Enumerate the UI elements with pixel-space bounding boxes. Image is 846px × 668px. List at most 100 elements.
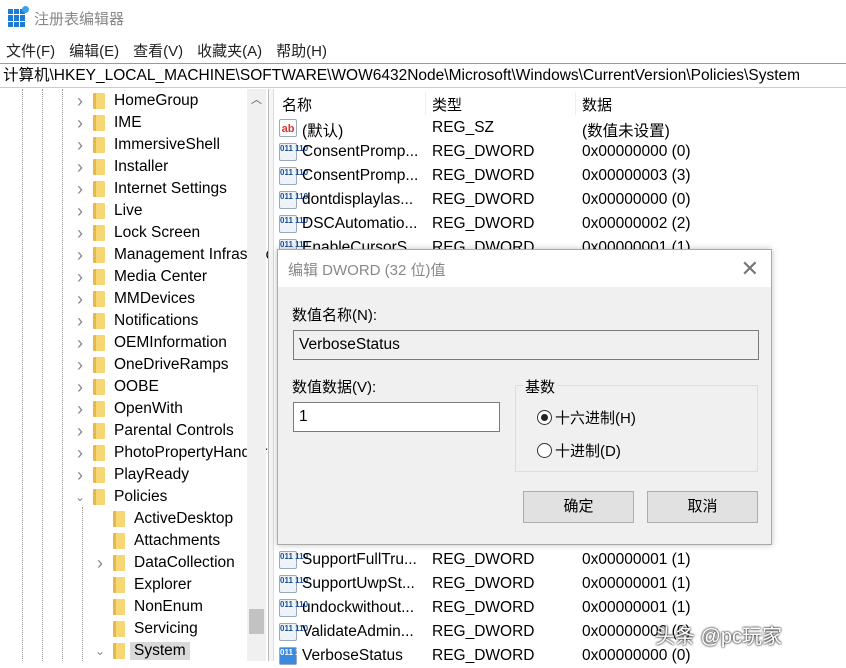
- ok-button[interactable]: 确定: [523, 491, 634, 523]
- chevron-right-icon[interactable]: ›: [73, 465, 87, 486]
- value-data-input[interactable]: 1: [293, 402, 500, 432]
- dialog-title: 编辑 DWORD (32 位)值: [288, 259, 446, 280]
- value-row[interactable]: 011 110DSCAutomatio...REG_DWORD0x0000000…: [279, 212, 839, 236]
- value-name-field[interactable]: VerboseStatus: [293, 330, 759, 360]
- chevron-right-icon[interactable]: ›: [73, 311, 87, 332]
- tree-item[interactable]: ⌄Policies: [73, 486, 167, 508]
- hex-label: 十六进制(H): [555, 407, 636, 428]
- tree-item[interactable]: ›Parental Controls: [73, 420, 234, 442]
- tree-item[interactable]: ›Notifications: [73, 310, 198, 332]
- chevron-right-icon[interactable]: ›: [73, 223, 87, 244]
- watermark: 头条 @pc玩家: [655, 620, 782, 649]
- value-name-label: 数值名称(N):: [292, 304, 377, 325]
- tree-item[interactable]: NonEnum: [93, 596, 203, 618]
- tree-item-label: OneDriveRamps: [114, 356, 229, 374]
- tree-item[interactable]: ›MMDevices: [73, 288, 195, 310]
- key-tree: ›HomeGroup›IME›ImmersiveShell›Installer›…: [0, 89, 268, 661]
- tree-item[interactable]: ›Management Infrastructure: [73, 244, 268, 266]
- folder-icon: [93, 247, 105, 263]
- folder-icon: [93, 269, 105, 285]
- tree-item[interactable]: ›OEMInformation: [73, 332, 227, 354]
- chevron-right-icon[interactable]: ›: [73, 135, 87, 156]
- chevron-right-icon[interactable]: ›: [73, 289, 87, 310]
- title-bar: 注册表编辑器: [0, 0, 846, 36]
- chevron-right-icon[interactable]: ›: [73, 157, 87, 178]
- tree-item-label: System: [130, 642, 190, 660]
- chevron-down-icon[interactable]: ⌄: [93, 644, 107, 658]
- tree-item[interactable]: ⌄ System: [93, 640, 190, 661]
- tree-item[interactable]: › OpenWith: [73, 398, 183, 420]
- tree-item[interactable]: ›Lock Screen: [73, 222, 200, 244]
- tree-item[interactable]: ›PhotoPropertyHandler: [73, 442, 267, 464]
- value-row[interactable]: ab(默认)REG_SZ(数值未设置): [279, 116, 839, 140]
- menu-edit[interactable]: 编辑(E): [69, 40, 119, 61]
- chevron-right-icon[interactable]: ›: [73, 91, 87, 112]
- tree-item[interactable]: ›OOBE: [73, 376, 159, 398]
- radio-checked-icon[interactable]: [537, 410, 552, 425]
- chevron-right-icon[interactable]: ›: [73, 201, 87, 222]
- tree-item-label: PlayReady: [114, 466, 189, 484]
- tree-item[interactable]: › PlayReady: [73, 464, 189, 486]
- value-data: 0x00000001 (1): [582, 599, 691, 617]
- value-type: REG_DWORD: [432, 167, 534, 185]
- scroll-thumb[interactable]: [249, 609, 264, 634]
- tree-item[interactable]: ›DataCollection: [93, 552, 235, 574]
- chevron-right-icon[interactable]: ›: [73, 377, 87, 398]
- tree-item-label: OpenWith: [114, 400, 183, 418]
- tree-item[interactable]: ActiveDesktop: [93, 508, 233, 530]
- tree-scrollbar[interactable]: ︿: [247, 89, 266, 661]
- tree-item[interactable]: ›Installer: [73, 156, 168, 178]
- pane-splitter[interactable]: [268, 89, 274, 661]
- hex-radio[interactable]: 十六进制(H): [537, 407, 636, 428]
- chevron-right-icon[interactable]: ›: [73, 245, 87, 266]
- column-type[interactable]: 类型: [432, 94, 462, 115]
- cancel-button[interactable]: 取消: [647, 491, 758, 523]
- menu-view[interactable]: 查看(V): [133, 40, 183, 61]
- chevron-right-icon[interactable]: ›: [73, 399, 87, 420]
- tree-item[interactable]: Servicing: [93, 618, 198, 640]
- tree-item[interactable]: ›ImmersiveShell: [73, 134, 220, 156]
- chevron-right-icon[interactable]: ›: [73, 113, 87, 134]
- value-data: 0x00000003 (3): [582, 167, 691, 185]
- value-row[interactable]: 011 110SupportUwpSt...REG_DWORD0x0000000…: [279, 572, 839, 596]
- value-row[interactable]: 011 110ConsentPromp...REG_DWORD0x0000000…: [279, 140, 839, 164]
- menu-favorites[interactable]: 收藏夹(A): [197, 40, 262, 61]
- value-row[interactable]: 011 110ConsentPromp...REG_DWORD0x0000000…: [279, 164, 839, 188]
- tree-item[interactable]: ›Internet Settings: [73, 178, 227, 200]
- folder-icon: [93, 93, 105, 109]
- chevron-right-icon[interactable]: ›: [73, 443, 87, 464]
- chevron-right-icon[interactable]: ›: [73, 267, 87, 288]
- scroll-up-icon[interactable]: ︿: [247, 89, 266, 109]
- value-type: REG_DWORD: [432, 623, 534, 641]
- close-icon[interactable]: ✕: [741, 256, 759, 282]
- value-row[interactable]: 011 110undockwithout...REG_DWORD0x000000…: [279, 596, 839, 620]
- tree-item[interactable]: › OneDriveRamps: [73, 354, 229, 376]
- tree-item-label: Live: [114, 202, 142, 220]
- chevron-right-icon[interactable]: ›: [73, 421, 87, 442]
- tree-item[interactable]: Explorer: [93, 574, 192, 596]
- chevron-right-icon[interactable]: ›: [93, 553, 107, 574]
- radio-unchecked-icon[interactable]: [537, 443, 552, 458]
- chevron-down-icon[interactable]: ⌄: [73, 490, 87, 504]
- column-name[interactable]: 名称: [282, 94, 312, 115]
- column-data[interactable]: 数据: [582, 94, 612, 115]
- value-data: (数值未设置): [582, 119, 670, 141]
- tree-item[interactable]: Attachments: [93, 530, 220, 552]
- chevron-right-icon[interactable]: ›: [73, 333, 87, 354]
- value-row[interactable]: 011 110dontdisplaylas...REG_DWORD0x00000…: [279, 188, 839, 212]
- registry-editor-icon: [8, 9, 26, 27]
- tree-item[interactable]: › Live: [73, 200, 142, 222]
- tree-item[interactable]: › HomeGroup: [73, 90, 198, 112]
- tree-item[interactable]: ›IME: [73, 112, 142, 134]
- tree-item-label: HomeGroup: [114, 92, 198, 110]
- tree-item[interactable]: ›Media Center: [73, 266, 207, 288]
- folder-icon: [93, 401, 105, 417]
- decimal-radio[interactable]: 十进制(D): [537, 440, 621, 461]
- value-row[interactable]: 011 110SupportFullTru...REG_DWORD0x00000…: [279, 548, 839, 572]
- address-bar[interactable]: 计算机\HKEY_LOCAL_MACHINE\SOFTWARE\WOW6432N…: [0, 63, 846, 88]
- menu-file[interactable]: 文件(F): [6, 40, 55, 61]
- menu-help[interactable]: 帮助(H): [276, 40, 327, 61]
- value-name: undockwithout...: [302, 599, 414, 617]
- chevron-right-icon[interactable]: ›: [73, 355, 87, 376]
- chevron-right-icon[interactable]: ›: [73, 179, 87, 200]
